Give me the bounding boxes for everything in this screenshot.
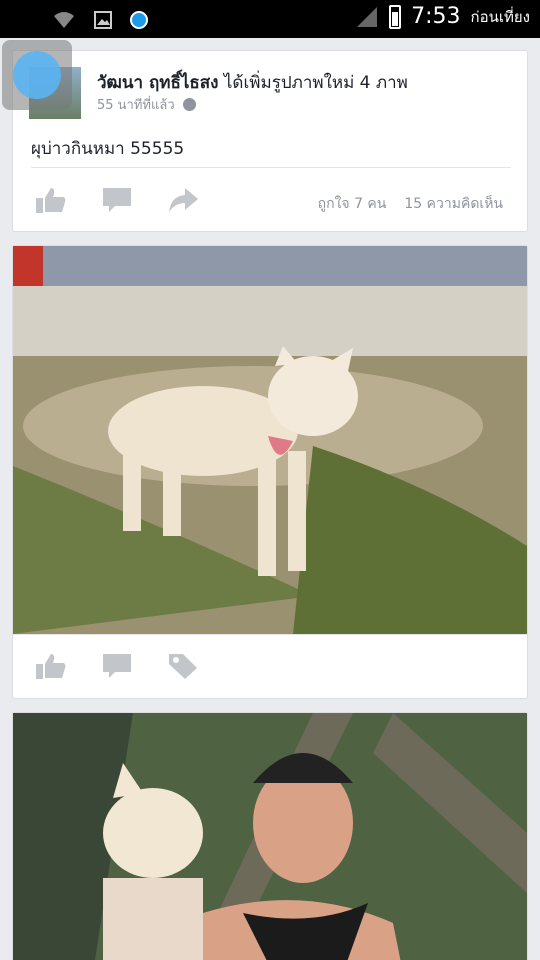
post-time[interactable]: 55 นาทีที่แล้ว <box>97 94 175 115</box>
like-icon[interactable] <box>35 186 67 214</box>
comments-count[interactable]: 15 ความคิดเห็น <box>404 193 503 215</box>
wifi-icon <box>54 12 74 28</box>
post-card: วัฒนา ฤทธิ์ไธสง ได้เพิ่มรูปภาพใหม่ 4 ภาพ… <box>12 50 528 232</box>
comment-icon[interactable] <box>101 652 133 680</box>
status-right: 7:53 ก่อนเที่ยง <box>355 4 530 29</box>
battery-icon <box>389 4 402 29</box>
signal-icon <box>357 6 378 27</box>
photo-card <box>12 245 528 699</box>
notification-dot-icon <box>130 11 148 29</box>
comment-icon[interactable] <box>101 186 133 214</box>
likes-count[interactable]: ถูกใจ 7 คน <box>318 193 387 215</box>
photo-illustration <box>13 713 527 960</box>
like-icon[interactable] <box>35 652 67 680</box>
divider <box>31 167 511 168</box>
post-action-text: ได้เพิ่มรูปภาพใหม่ 4 ภาพ <box>223 73 408 93</box>
post-actions <box>35 186 199 214</box>
post-photo-dog[interactable] <box>13 246 527 634</box>
image-icon <box>94 11 112 29</box>
post-meta: 55 นาทีที่แล้ว <box>97 94 196 115</box>
photo-illustration <box>13 246 527 634</box>
share-icon[interactable] <box>167 186 199 214</box>
author-name[interactable]: วัฒนา ฤทธิ์ไธสง <box>97 73 218 93</box>
status-bar: 7:53 ก่อนเที่ยง <box>0 0 540 38</box>
globe-icon <box>182 98 196 111</box>
post-stats: ถูกใจ 7 คน 15 ความคิดเห็น <box>318 193 503 215</box>
post-photo-person-dog[interactable] <box>13 713 527 960</box>
status-left-icons <box>52 9 148 31</box>
status-ampm: ก่อนเที่ยง <box>470 7 530 26</box>
post-text: ผุบ่าวกินหมา 55555 <box>31 139 185 159</box>
tag-icon[interactable] <box>167 652 199 680</box>
divider <box>13 634 527 635</box>
photo-card <box>12 712 528 960</box>
status-time: 7:53 <box>411 4 461 29</box>
touch-circle <box>13 51 61 99</box>
post-header: วัฒนา ฤทธิ์ไธสง ได้เพิ่มรูปภาพใหม่ 4 ภาพ <box>97 69 408 96</box>
photo-actions <box>35 652 199 680</box>
